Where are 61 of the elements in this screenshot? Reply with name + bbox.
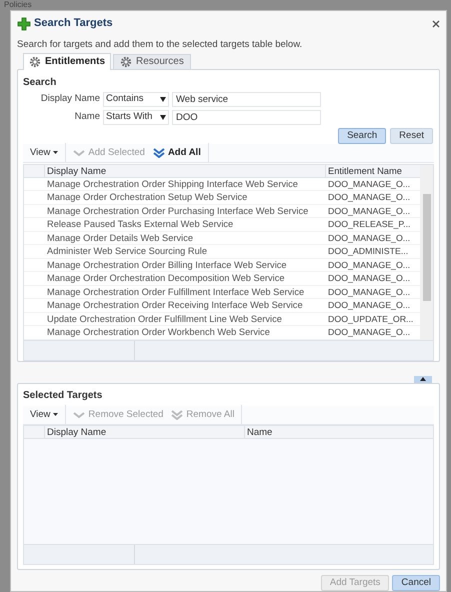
toolbar-button[interactable]: Add All xyxy=(152,146,201,160)
column-header: Display Name xyxy=(45,164,326,177)
table-cell[interactable]: DOO_MANAGE_O... xyxy=(326,258,420,272)
view-menu[interactable]: View xyxy=(23,143,66,162)
operator-dropdown[interactable]: Starts With xyxy=(103,110,169,125)
table-cell[interactable]: Manage Orchestration Order Workbench Web Service xyxy=(45,326,326,339)
action-button[interactable]: Reset xyxy=(390,128,433,144)
chevron-icon xyxy=(73,410,86,420)
search-heading: Search xyxy=(23,76,58,90)
table-cell[interactable]: DOO_MANAGE_O... xyxy=(326,232,420,244)
table-cell[interactable]: Release Paused Tasks External Web Service xyxy=(45,218,326,231)
table-cell[interactable]: Administer Web Service Sourcing Rule xyxy=(45,245,326,258)
chevron-icon xyxy=(73,148,86,158)
table-cell[interactable]: DOO_RELEASE_P... xyxy=(326,218,420,231)
column-header: Display Name xyxy=(45,426,245,438)
collapse-handle[interactable] xyxy=(414,376,432,383)
caret-icon xyxy=(53,413,58,416)
dropdown-arrow-icon xyxy=(160,114,166,120)
double-chevron-icon xyxy=(152,148,165,158)
column-header: Name xyxy=(246,426,274,438)
table-cell[interactable]: DOO_MANAGE_O... xyxy=(326,178,420,190)
text-field[interactable]: DOO xyxy=(172,110,321,125)
view-menu[interactable]: View xyxy=(23,405,66,424)
instructions-text: Search for targets and add them to the selected targets table below. xyxy=(17,38,304,52)
dialog-button[interactable]: Cancel xyxy=(392,575,440,591)
gear-icon xyxy=(29,56,41,68)
dropdown-arrow-icon xyxy=(160,96,166,102)
table-cell[interactable]: Manage Orchestration Order Receiving Interface Web Service xyxy=(45,299,326,312)
tab[interactable]: Entitlements xyxy=(23,52,112,70)
table-cell[interactable]: DOO_MANAGE_O... xyxy=(326,204,420,218)
double-chevron-icon xyxy=(171,410,184,420)
selected-targets-heading: Selected Targets xyxy=(23,388,104,403)
table-cell[interactable]: DOO_MANAGE_O... xyxy=(326,191,420,204)
table-cell[interactable]: DOO_MANAGE_O... xyxy=(326,272,420,285)
table-cell[interactable]: Manage Orchestration Order Shipping Interface Web Service xyxy=(45,178,326,190)
table-cell[interactable]: Manage Orchestration Order Fulfillment Interface Web Service xyxy=(45,286,326,298)
table-cell[interactable]: Manage Orchestration Order Billing Interface Web Service xyxy=(45,258,326,272)
table-cell[interactable]: Update Orchestration Order Fulfillment Line Web Service xyxy=(45,312,326,326)
table-cell[interactable]: DOO_UPDATE_OR... xyxy=(326,312,420,326)
table-cell[interactable]: DOO_MANAGE_O... xyxy=(326,299,420,312)
scrollbar[interactable] xyxy=(420,164,433,340)
text-field[interactable]: Web service xyxy=(172,92,321,107)
table-cell[interactable]: Manage Order Orchestration Decomposition Web Service xyxy=(45,272,326,285)
column-header: Entitlement Name xyxy=(327,164,403,177)
dialog-title: Search Targets xyxy=(34,16,113,32)
operator-dropdown[interactable]: Contains xyxy=(103,92,169,107)
table-cell[interactable]: Manage Order Orchestration Setup Web Service xyxy=(45,191,326,204)
table-cell[interactable]: DOO_MANAGE_O... xyxy=(326,326,420,339)
close-icon[interactable] xyxy=(432,20,440,28)
plus-icon xyxy=(17,16,31,31)
table-cell[interactable]: DOO_ADMINISTE... xyxy=(326,245,420,258)
table-cell[interactable]: DOO_MANAGE_O... xyxy=(326,286,420,298)
tab[interactable]: Resources xyxy=(113,54,191,69)
action-button[interactable]: Search xyxy=(338,128,386,144)
gear-icon xyxy=(120,56,132,68)
caret-icon xyxy=(53,151,58,154)
table-cell[interactable]: Manage Orchestration Order Purchasing Interface Web Service xyxy=(45,204,326,218)
background-page-title: Policies xyxy=(4,0,32,9)
field-label: Name xyxy=(74,110,101,124)
field-label: Display Name xyxy=(40,92,101,106)
table-cell[interactable]: Manage Order Details Web Service xyxy=(45,232,326,244)
